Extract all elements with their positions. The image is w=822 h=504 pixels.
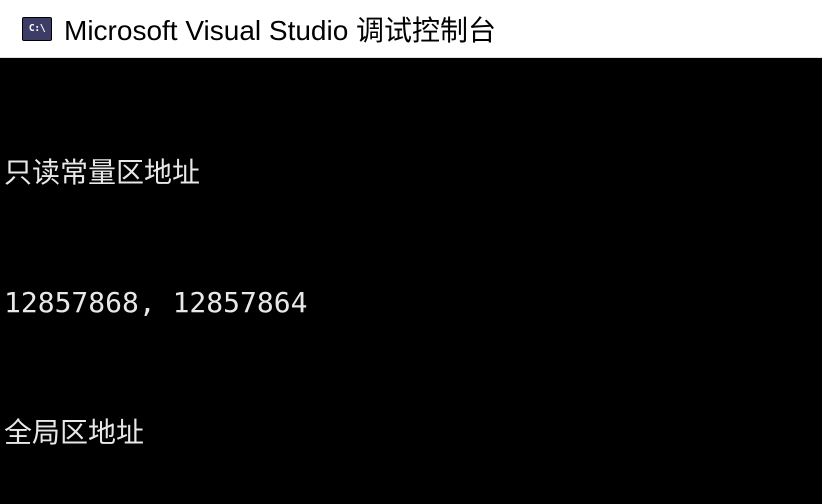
console-line: 只读常量区地址 <box>4 151 818 194</box>
console-line: 全局区地址 <box>4 411 818 454</box>
window-title: Microsoft Visual Studio 调试控制台 <box>64 9 496 49</box>
console-output[interactable]: 只读常量区地址 12857868, 12857864 全局区地址 1286556… <box>0 58 822 504</box>
titlebar: C:\ Microsoft Visual Studio 调试控制台 <box>0 0 822 58</box>
console-app-icon: C:\ <box>22 17 52 41</box>
console-app-icon-label: C:\ <box>29 23 46 34</box>
console-line: 12857868, 12857864 <box>4 281 818 324</box>
